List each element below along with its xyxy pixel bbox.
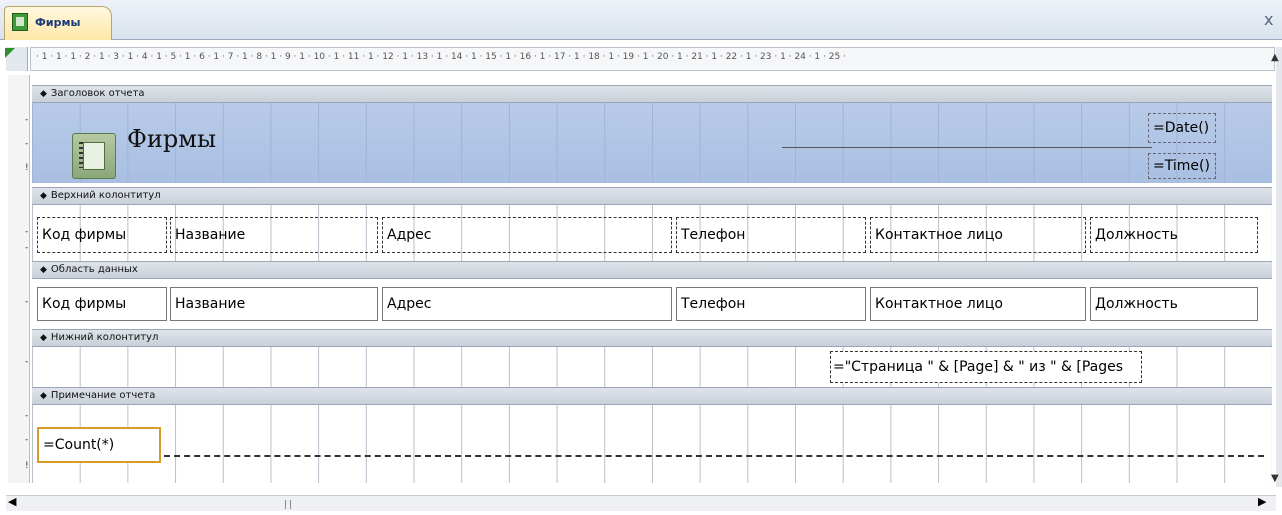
section-page-header[interactable]: Код фирмы Название Адрес Телефон Контакт… — [32, 205, 1272, 261]
section-page-footer[interactable]: ="Страница " & [Page] & " из " & [Pages — [32, 347, 1272, 387]
document-tab-bar — [0, 0, 1282, 40]
report-title-label[interactable]: Фирмы — [127, 125, 216, 153]
footer-dashed-line — [164, 455, 1264, 457]
detail-textbox-position[interactable]: Должность — [1090, 287, 1258, 321]
scroll-up-icon[interactable]: ▲ — [1271, 52, 1279, 63]
band-arrow-icon: ◆ — [40, 191, 47, 201]
scroll-down-icon[interactable]: ▼ — [1271, 473, 1279, 484]
band-report-header[interactable]: ◆ Заголовок отчета — [32, 85, 1272, 103]
horizontal-scrollbar[interactable] — [6, 495, 1276, 511]
section-grid — [32, 103, 1272, 183]
header-label-contact[interactable]: Контактное лицо — [870, 217, 1086, 253]
header-label-phone[interactable]: Телефон — [676, 217, 866, 253]
band-arrow-icon: ◆ — [40, 391, 47, 401]
detail-textbox-contact[interactable]: Контактное лицо — [870, 287, 1086, 321]
scroll-left-icon[interactable]: ◀ — [8, 495, 16, 508]
section-detail[interactable]: Код фирмы Название Адрес Телефон Контакт… — [32, 279, 1272, 329]
report-design-canvas[interactable]: ◆ Заголовок отчета Фирмы =Date() =Time() … — [32, 75, 1272, 483]
band-arrow-icon: ◆ — [40, 333, 47, 343]
band-label: Заголовок отчета — [50, 88, 145, 99]
band-detail[interactable]: ◆ Область данных — [32, 261, 1272, 279]
band-page-footer[interactable]: ◆ Нижний колонтитул — [32, 329, 1272, 347]
detail-textbox-address[interactable]: Адрес — [382, 287, 672, 321]
band-label: Верхний колонтитул — [50, 190, 161, 201]
section-grid — [32, 405, 1272, 483]
report-icon — [12, 13, 28, 31]
header-label-address[interactable]: Адрес — [382, 217, 672, 253]
time-textbox[interactable]: =Time() — [1148, 153, 1216, 179]
band-page-header[interactable]: ◆ Верхний колонтитул — [32, 187, 1272, 205]
section-report-footer[interactable]: =Count(*) — [32, 405, 1272, 483]
detail-textbox-code[interactable]: Код фирмы — [37, 287, 167, 321]
vertical-scrollbar[interactable] — [1276, 47, 1282, 487]
page-number-textbox[interactable]: ="Страница " & [Page] & " из " & [Pages — [830, 351, 1142, 383]
date-textbox[interactable]: =Date() — [1148, 113, 1216, 143]
section-report-header[interactable]: Фирмы =Date() =Time() — [32, 103, 1272, 183]
header-label-name[interactable]: Название — [170, 217, 378, 253]
tab-firmy[interactable]: Фирмы — [4, 6, 112, 40]
divider-line — [782, 147, 1152, 148]
header-label-position[interactable]: Должность — [1090, 217, 1258, 253]
scroll-right-icon[interactable]: ▶ — [1258, 495, 1266, 508]
close-icon[interactable]: x — [1264, 10, 1273, 29]
band-arrow-icon: ◆ — [40, 89, 47, 99]
header-label-code[interactable]: Код фирмы — [37, 217, 167, 253]
scroll-thumb[interactable] — [285, 500, 291, 509]
report-form-icon — [72, 133, 116, 179]
band-report-footer[interactable]: ◆ Примечание отчета — [32, 387, 1272, 405]
ruler-marks: · 1 · 1 · 1 · 2 · 1 · 3 · 1 · 4 · 1 · 5 … — [36, 52, 846, 62]
count-textbox[interactable]: =Count(*) — [37, 427, 161, 463]
band-label: Примечание отчета — [50, 390, 156, 401]
band-label: Область данных — [50, 264, 138, 275]
detail-textbox-name[interactable]: Название — [170, 287, 378, 321]
band-arrow-icon: ◆ — [40, 265, 47, 275]
detail-textbox-phone[interactable]: Телефон — [676, 287, 866, 321]
report-selector-icon — [5, 48, 15, 58]
tab-label: Фирмы — [35, 16, 81, 29]
band-label: Нижний колонтитул — [50, 332, 159, 343]
vertical-ruler[interactable]: - - ! - - - - - - ! — [8, 75, 30, 483]
